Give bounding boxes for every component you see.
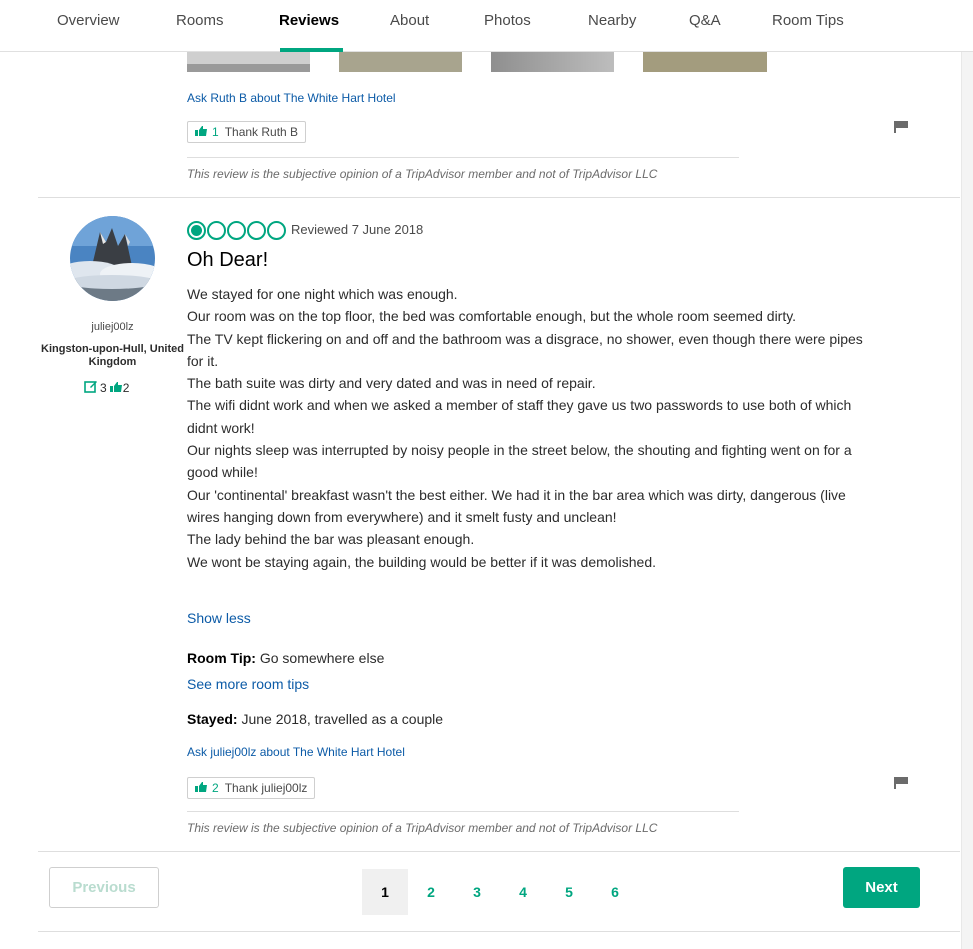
thank-count: 2 — [212, 781, 219, 795]
room-tip-text: Go somewhere else — [255, 650, 385, 666]
review-photo-thumbnail[interactable] — [187, 52, 310, 72]
reviews-count-icon — [84, 380, 98, 396]
page-5[interactable]: 5 — [546, 869, 592, 915]
review-separator — [38, 851, 960, 852]
stayed-text: June 2018, travelled as a couple — [237, 711, 444, 727]
review-disclaimer: This review is the subjective opinion of… — [187, 167, 658, 181]
page-4[interactable]: 4 — [500, 869, 546, 915]
review-separator — [38, 197, 960, 198]
room-tip: Room Tip: Go somewhere else — [187, 650, 384, 666]
tab-photos[interactable]: Photos — [484, 12, 531, 29]
previous-page-button[interactable]: Previous — [49, 867, 159, 908]
review-paragraph: The bath suite was dirty and very dated … — [187, 375, 596, 392]
thumbs-up-icon — [195, 125, 207, 139]
tab-nearby[interactable]: Nearby — [588, 12, 636, 29]
tab-qa[interactable]: Q&A — [689, 12, 721, 29]
rating-bubble-empty — [267, 221, 286, 240]
review-body: We stayed for one night which was enough… — [187, 283, 867, 573]
review-paragraph: Our nights sleep was interrupted by nois… — [187, 442, 852, 481]
thank-reviewer-button[interactable]: 2 Thank juliej00lz — [187, 777, 316, 799]
review-paragraph: We wont be staying again, the building w… — [187, 553, 657, 570]
page-6[interactable]: 6 — [592, 869, 638, 915]
page-2[interactable]: 2 — [408, 869, 454, 915]
rating-bubble-filled — [187, 221, 206, 240]
rating-bubble-empty — [227, 221, 246, 240]
review-title[interactable]: Oh Dear! — [187, 249, 268, 272]
flag-icon[interactable] — [894, 121, 908, 133]
scrollbar[interactable] — [961, 52, 973, 949]
review-count: 3 — [100, 381, 107, 395]
thank-count: 1 — [212, 125, 219, 139]
helpful-votes-icon — [109, 381, 122, 395]
page-3[interactable]: 3 — [454, 869, 500, 915]
thumbs-up-icon — [195, 781, 207, 795]
tab-rooms[interactable]: Rooms — [176, 12, 224, 29]
pagination: 1 2 3 4 5 6 — [362, 869, 638, 915]
stayed-label: Stayed: — [187, 711, 238, 727]
top-nav: Overview Rooms Reviews About Photos Near… — [0, 0, 973, 52]
tab-reviews[interactable]: Reviews — [279, 12, 339, 29]
review-paragraph: Our 'continental' breakfast wasn't the b… — [187, 486, 846, 525]
thank-label: Thank Ruth B — [224, 125, 299, 139]
tab-room-tips[interactable]: Room Tips — [772, 12, 844, 29]
review-photo-thumbnail[interactable] — [643, 52, 767, 72]
divider — [187, 157, 739, 158]
divider — [38, 931, 960, 932]
review-paragraph: Our room was on the top floor, the bed w… — [187, 308, 797, 325]
ask-reviewer-link[interactable]: Ask juliej00lz about The White Hart Hote… — [187, 745, 405, 759]
review-photo-thumbnail[interactable] — [339, 52, 462, 72]
thank-reviewer-button[interactable]: 1 Thank Ruth B — [187, 121, 307, 143]
thank-label: Thank juliej00lz — [224, 781, 308, 795]
review-date: Reviewed 7 June 2018 — [291, 222, 424, 237]
rating-bubble-empty — [247, 221, 266, 240]
ask-reviewer-link[interactable]: Ask Ruth B about The White Hart Hotel — [187, 91, 396, 105]
divider — [187, 811, 739, 812]
member-location: Kingston-upon-Hull, United Kingdom — [41, 343, 184, 368]
see-more-room-tips-link[interactable]: See more room tips — [187, 676, 309, 692]
helpful-votes-count: 2 — [122, 381, 130, 395]
room-tip-label: Room Tip: — [187, 650, 256, 666]
rating-bubble-empty — [207, 221, 226, 240]
member-username[interactable]: juliej00lz — [40, 321, 185, 333]
review-disclaimer: This review is the subjective opinion of… — [187, 821, 658, 835]
review-paragraph: The TV kept flickering on and off and th… — [187, 330, 863, 369]
tab-overview[interactable]: Overview — [57, 12, 120, 29]
flag-icon[interactable] — [894, 777, 908, 789]
review-paragraph: The lady behind the bar was pleasant eno… — [187, 531, 475, 548]
review-photo-thumbnail[interactable] — [491, 52, 614, 72]
stay-info: Stayed: June 2018, travelled as a couple — [187, 711, 443, 727]
review-paragraph: The wifi didnt work and when we asked a … — [187, 397, 852, 436]
tab-about[interactable]: About — [390, 12, 429, 29]
member-stats: 3 2 — [84, 380, 129, 396]
page-1[interactable]: 1 — [362, 869, 408, 915]
bubble-rating — [187, 221, 286, 240]
review-paragraph: We stayed for one night which was enough… — [187, 286, 458, 302]
avatar[interactable] — [70, 216, 155, 301]
show-less-link[interactable]: Show less — [187, 610, 251, 626]
next-page-button[interactable]: Next — [843, 867, 920, 908]
